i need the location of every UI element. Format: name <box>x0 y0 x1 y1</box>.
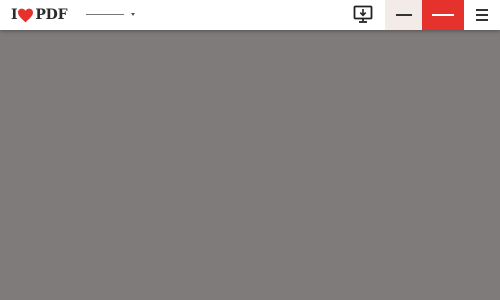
login-label-placeholder <box>396 14 412 16</box>
desktop-download-button[interactable] <box>352 4 376 26</box>
signup-label-placeholder <box>432 14 454 16</box>
language-select[interactable] <box>86 8 138 22</box>
hamburger-icon-middle <box>476 14 488 16</box>
signup-button[interactable] <box>422 0 464 30</box>
modal-overlay <box>0 30 500 300</box>
heart-icon <box>18 8 34 22</box>
ilovepdf-logo[interactable]: I PDF <box>11 6 68 24</box>
hamburger-menu-button[interactable] <box>472 9 490 23</box>
hamburger-icon <box>476 9 488 11</box>
chevron-down-icon <box>131 13 135 16</box>
language-select-value-placeholder <box>86 14 124 15</box>
top-navbar: I PDF <box>0 0 500 30</box>
logo-text-suffix: PDF <box>35 7 68 23</box>
desktop-download-icon <box>353 5 373 23</box>
login-button[interactable] <box>385 0 422 30</box>
hamburger-icon-bottom <box>476 19 488 21</box>
